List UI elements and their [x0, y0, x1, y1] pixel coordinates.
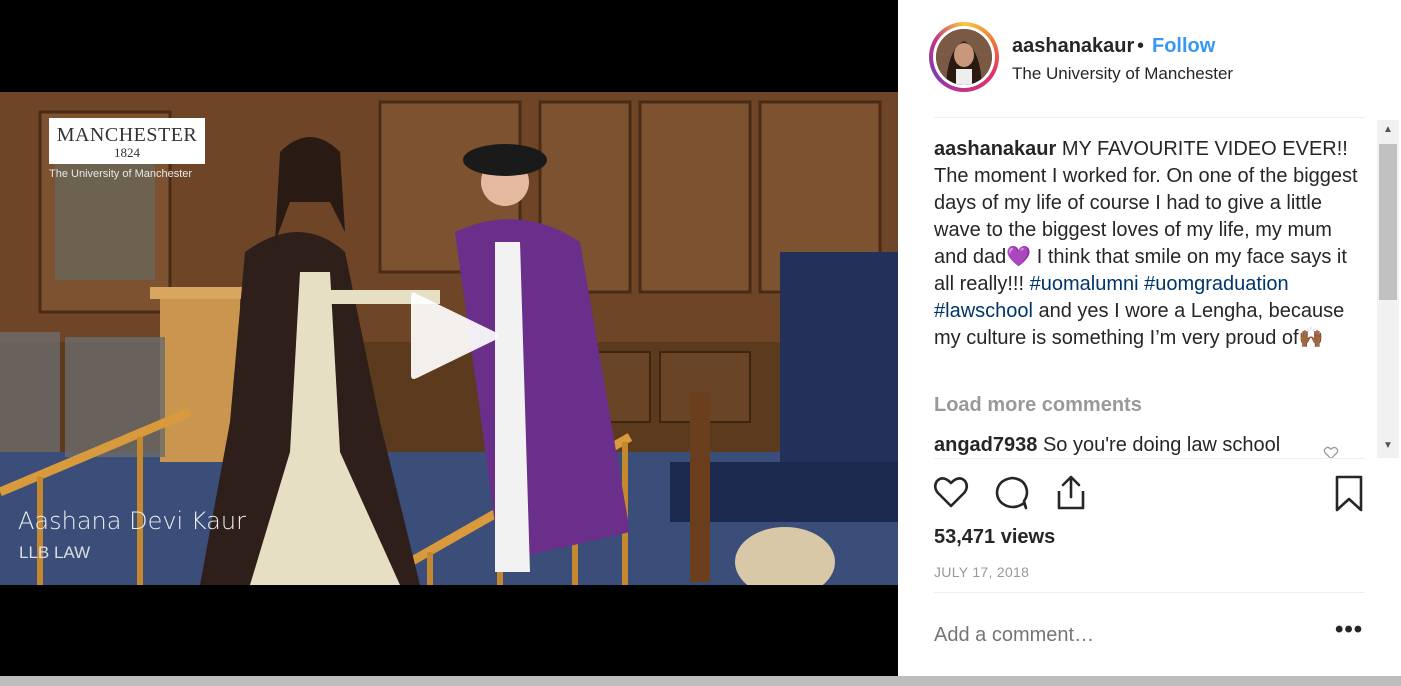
- hashtag-uomalumni[interactable]: #uomalumni: [1030, 273, 1139, 295]
- logo-main-text: MANCHESTER: [56, 124, 198, 146]
- caption-comment: aashanakaur MY FAVOURITE VIDEO EVER!! Th…: [934, 136, 1364, 352]
- comment-icon[interactable]: [994, 475, 1030, 511]
- play-icon[interactable]: [407, 287, 501, 385]
- more-options-icon[interactable]: •••: [1335, 616, 1363, 644]
- separator-dot: •: [1137, 35, 1145, 57]
- university-logo: MANCHESTER 1824: [49, 118, 205, 164]
- post-date: JULY 17, 2018: [934, 564, 1030, 580]
- heart-icon[interactable]: [933, 475, 969, 509]
- post-username[interactable]: aashanakaur: [1012, 35, 1134, 58]
- hashtag-lawschool[interactable]: #lawschool: [934, 300, 1033, 322]
- comments-scrollbar[interactable]: ▲ ▼: [1377, 120, 1399, 458]
- comment-text: So you're doing law school: [1042, 434, 1281, 456]
- load-more-comments-button[interactable]: Load more comments: [934, 392, 1142, 419]
- view-count[interactable]: 53,471 views: [934, 526, 1055, 549]
- add-comment-input[interactable]: [934, 624, 1314, 647]
- comments-list[interactable]: aashanakaur MY FAVOURITE VIDEO EVER!! Th…: [934, 136, 1364, 460]
- video-player[interactable]: MANCHESTER 1824 The University of Manche…: [0, 0, 898, 676]
- divider: [934, 458, 1365, 459]
- video-caption-degree: LLB LAW: [19, 543, 91, 562]
- comment-username[interactable]: angad7938: [934, 434, 1037, 456]
- avatar[interactable]: [936, 29, 992, 85]
- list-item: angad7938 So you're doing law school: [934, 432, 1280, 459]
- window-bottom-bar: [0, 676, 1401, 686]
- logo-subtitle: The University of Manchester: [49, 168, 193, 180]
- avatar-photo: [936, 29, 992, 85]
- post-location[interactable]: The University of Manchester: [1012, 64, 1233, 84]
- hashtag-uomgraduation[interactable]: #uomgraduation: [1144, 273, 1289, 295]
- divider: [934, 592, 1365, 593]
- divider: [934, 117, 1365, 118]
- share-icon[interactable]: [1054, 475, 1088, 511]
- scroll-down-icon[interactable]: ▼: [1383, 440, 1393, 451]
- video-caption-name: Aashana Devi Kaur: [18, 507, 246, 535]
- raised-hands-emoji: 🙌🏾: [1298, 327, 1324, 349]
- bookmark-icon[interactable]: [1334, 475, 1364, 513]
- caption-username[interactable]: aashanakaur: [934, 138, 1056, 160]
- purple-heart-emoji: 💜: [1006, 246, 1032, 268]
- scroll-thumb[interactable]: [1379, 144, 1397, 300]
- post-details-panel: aashanakaur • Follow The University of M…: [898, 0, 1401, 676]
- scroll-up-icon[interactable]: ▲: [1383, 124, 1393, 135]
- logo-year-text: 1824: [114, 145, 140, 160]
- follow-button[interactable]: Follow: [1152, 35, 1215, 58]
